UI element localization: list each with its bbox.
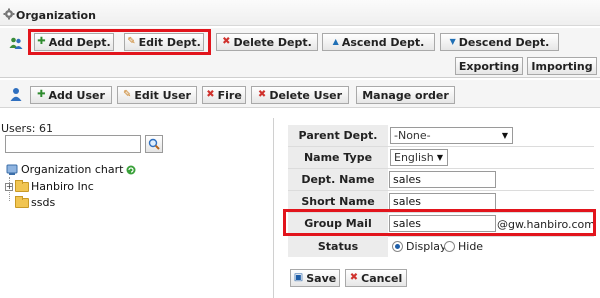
ascend-dept-button[interactable]: ▲ Ascend Dept. <box>322 33 435 51</box>
pencil-icon: ✎ <box>122 89 132 100</box>
tree-node-label: ssds <box>31 196 56 209</box>
short-name-label: Short Name <box>288 191 388 212</box>
refresh-icon[interactable] <box>126 165 136 175</box>
tree-root[interactable]: Organization chart <box>6 163 136 176</box>
dept-name-field[interactable]: sales <box>389 171 496 188</box>
status-display-radio[interactable]: Display <box>392 240 447 253</box>
parent-dept-label: Parent Dept. <box>288 125 388 146</box>
tree-node-ssds[interactable]: ssds <box>15 195 56 209</box>
expand-icon[interactable]: + <box>5 182 13 191</box>
x-icon: ✖ <box>206 89 215 100</box>
arrow-down-icon: ▼ <box>449 37 456 46</box>
edit-dept-button[interactable]: ✎ Edit Dept. <box>124 33 204 51</box>
arrow-up-icon: ▲ <box>332 37 339 46</box>
folder-icon <box>15 195 29 208</box>
save-icon: ▣ <box>293 272 304 283</box>
user-icon <box>10 88 22 101</box>
page-title: Organization <box>16 9 96 22</box>
add-user-button[interactable]: ✚ Add User <box>30 86 112 104</box>
folder-icon <box>15 179 29 192</box>
tree-root-label: Organization chart <box>21 163 124 176</box>
tree-node-hanbiro[interactable]: + Hanbiro Inc <box>5 179 94 193</box>
fire-button[interactable]: ✖ Fire <box>202 86 246 104</box>
title-bar: Organization <box>0 0 600 26</box>
exporting-button[interactable]: Exporting <box>455 57 523 75</box>
radio-selected-icon <box>392 241 403 252</box>
panel-divider <box>273 118 274 298</box>
name-type-select[interactable]: English ▼ <box>390 149 448 166</box>
x-icon: ✖ <box>349 272 359 283</box>
importing-button[interactable]: Importing <box>527 57 597 75</box>
users-count: Users: 61 <box>1 122 54 135</box>
x-icon: ✖ <box>257 89 267 100</box>
delete-user-button[interactable]: ✖ Delete User <box>251 86 349 104</box>
edit-user-button[interactable]: ✎ Edit User <box>117 86 197 104</box>
dept-name-label: Dept. Name <box>288 169 388 190</box>
delete-dept-button[interactable]: ✖ Delete Dept. <box>216 33 318 51</box>
manage-order-button[interactable]: Manage order <box>356 86 455 104</box>
org-chart-icon <box>6 164 18 175</box>
chevron-down-icon: ▼ <box>501 131 508 140</box>
group-mail-domain: @gw.hanbiro.com <box>497 218 595 231</box>
radio-unselected-icon <box>444 241 455 252</box>
x-icon: ✖ <box>222 36 231 47</box>
plus-icon: ✚ <box>37 36 46 47</box>
short-name-field[interactable]: sales <box>389 193 496 210</box>
status-label: Status <box>288 236 388 257</box>
magnifier-icon <box>148 138 160 150</box>
tree-node-label: Hanbiro Inc <box>31 180 94 193</box>
user-search-input[interactable] <box>5 135 141 153</box>
descend-dept-button[interactable]: ▼ Descend Dept. <box>440 33 559 51</box>
chevron-down-icon: ▼ <box>436 153 443 162</box>
users-group-icon <box>9 37 23 49</box>
cancel-button[interactable]: ✖ Cancel <box>345 269 407 287</box>
name-type-label: Name Type <box>288 147 388 168</box>
plus-icon: ✚ <box>37 89 46 100</box>
status-hide-radio[interactable]: Hide <box>444 240 483 253</box>
group-mail-field[interactable]: sales <box>389 215 496 232</box>
pencil-icon: ✎ <box>127 36 136 47</box>
add-dept-button[interactable]: ✚ Add Dept. <box>34 33 114 51</box>
save-button[interactable]: ▣ Save <box>290 269 340 287</box>
search-button[interactable] <box>145 135 163 153</box>
group-mail-label: Group Mail <box>288 213 388 234</box>
parent-dept-select[interactable]: -None- ▼ <box>390 127 513 144</box>
gear-icon <box>3 8 15 20</box>
